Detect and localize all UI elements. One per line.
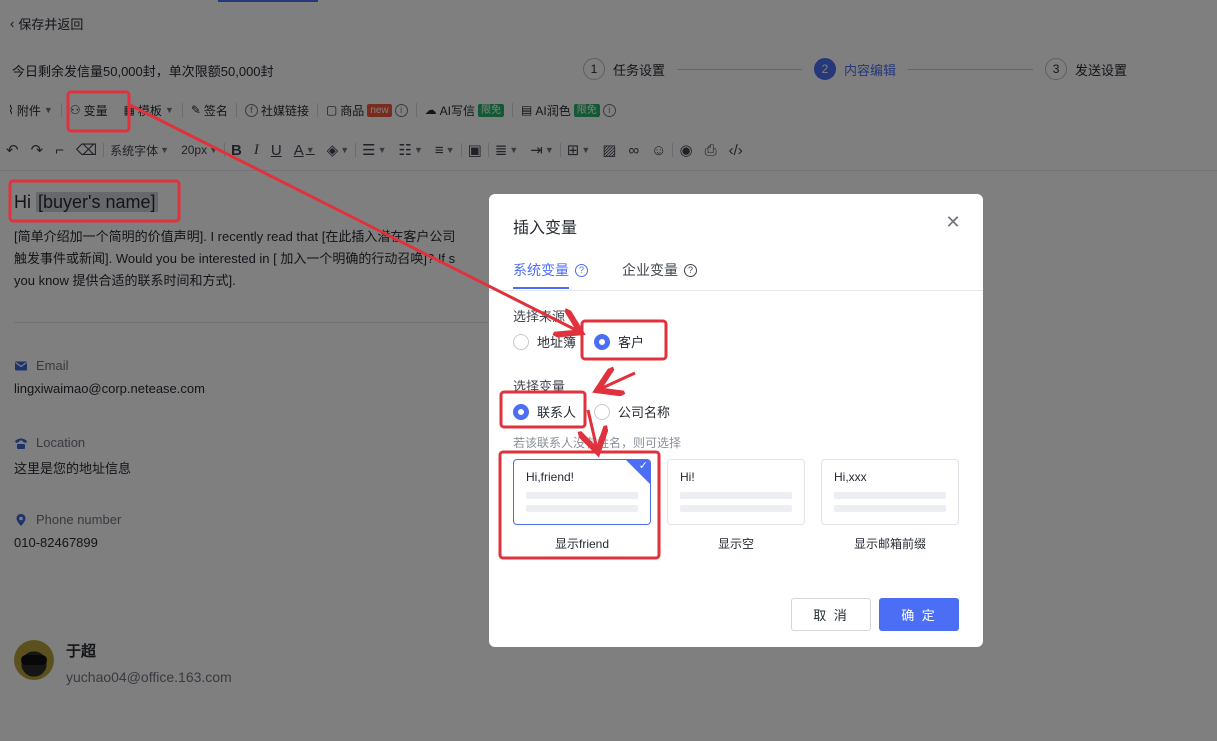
variable-tabs: 系统变量 ? 企业变量 ? — [513, 260, 697, 280]
dialog-title: 插入变量 — [513, 220, 578, 237]
card-caption: 显示邮箱前缀 — [853, 537, 926, 551]
card-caption: 显示friend — [554, 537, 610, 551]
option-show-friend[interactable]: Hi,friend! ✓ 显示friend — [513, 459, 651, 552]
fallback-options: Hi,friend! ✓ 显示friend Hi! 显示空 Hi,xxx 显示邮… — [513, 459, 959, 552]
variable-section-label: 选择变量 — [513, 379, 566, 394]
source-radio-group: 地址簿 客户 — [513, 332, 644, 351]
tab-divider — [489, 290, 983, 291]
question-icon[interactable]: ? — [575, 263, 588, 277]
radio-contact[interactable]: 联系人 — [513, 402, 576, 421]
radio-label: 联系人 — [537, 405, 577, 420]
check-icon: ✓ — [638, 460, 648, 472]
insert-variable-dialog: 插入变量 ✕ 系统变量 ? 企业变量 ? 选择来源 地址簿 客户 选择变量 联系… — [489, 194, 983, 647]
option-show-email-prefix[interactable]: Hi,xxx 显示邮箱前缀 — [821, 459, 959, 552]
option-card[interactable]: Hi,friend! ✓ — [513, 459, 651, 525]
variable-radio-group: 联系人 公司名称 — [513, 402, 670, 421]
card-preview-text: Hi! — [680, 470, 695, 484]
radio-circle — [594, 333, 611, 350]
confirm-button[interactable]: 确 定 — [879, 598, 959, 631]
card-preview-text: Hi,friend! — [526, 470, 575, 484]
radio-circle — [513, 333, 529, 350]
close-icon[interactable]: ✕ — [943, 212, 963, 232]
radio-circle — [594, 403, 611, 420]
card-preview-text: Hi,xxx — [834, 470, 867, 484]
radio-label: 客户 — [618, 335, 645, 350]
tab-system-variables[interactable]: 系统变量 ? — [513, 260, 588, 280]
radio-address-book[interactable]: 地址簿 — [513, 332, 576, 351]
active-tab-indicator — [513, 287, 569, 289]
radio-customer[interactable]: 客户 — [594, 332, 644, 351]
fallback-hint: 若该联系人没有姓名，则可选择 — [513, 436, 682, 450]
card-caption: 显示空 — [717, 537, 754, 551]
question-icon[interactable]: ? — [684, 263, 697, 277]
radio-circle — [513, 403, 529, 420]
radio-label: 地址簿 — [537, 335, 577, 350]
radio-company-name[interactable]: 公司名称 — [594, 402, 670, 421]
source-section-label: 选择来源 — [513, 309, 566, 324]
option-card[interactable]: Hi,xxx — [821, 459, 959, 525]
cancel-button[interactable]: 取 消 — [791, 598, 871, 631]
tab-label: 企业变量 — [622, 262, 678, 278]
tab-enterprise-variables[interactable]: 企业变量 ? — [622, 260, 697, 280]
radio-label: 公司名称 — [618, 405, 671, 420]
option-show-empty[interactable]: Hi! 显示空 — [667, 459, 805, 552]
option-card[interactable]: Hi! — [667, 459, 805, 525]
tab-label: 系统变量 — [513, 262, 569, 278]
